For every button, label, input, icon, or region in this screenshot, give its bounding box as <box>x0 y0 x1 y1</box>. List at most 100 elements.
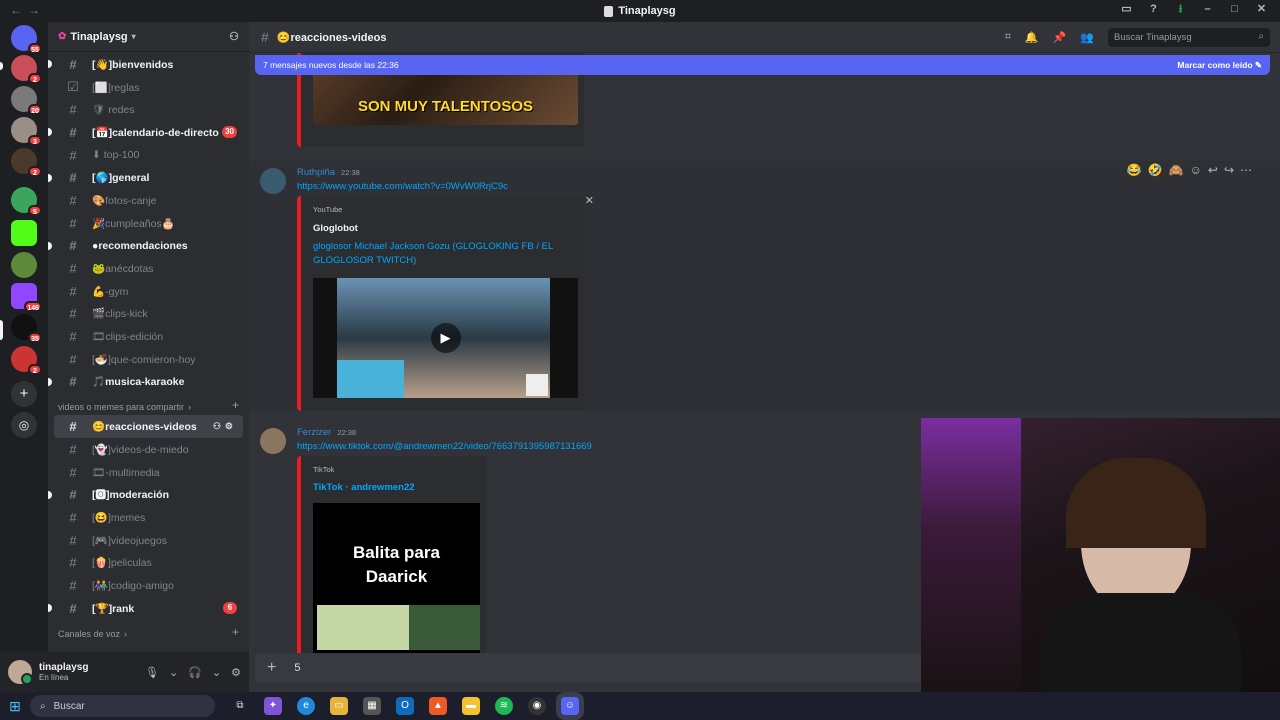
channel-item[interactable]: # 🐸anécdotas <box>54 257 243 280</box>
maximize-icon[interactable]: □ <box>1228 3 1241 16</box>
spotify-icon[interactable]: ≋ <box>495 697 513 715</box>
message-author[interactable]: Ferzizer 22:38 <box>297 427 356 438</box>
avatar[interactable] <box>260 168 286 194</box>
channel-item[interactable]: # [📅]calendario-de-directo 30 <box>48 121 243 144</box>
guild-icon[interactable]: 20 <box>11 86 42 115</box>
channel-item[interactable]: # ⬇ top-100 <box>54 144 243 167</box>
reaction-icon[interactable]: 😂 <box>1127 163 1142 177</box>
embed-provider[interactable]: TikTok <box>313 465 334 474</box>
inbox-icon[interactable]: ▭ <box>1120 3 1133 16</box>
task-view-icon[interactable]: ⧉ <box>231 697 249 715</box>
store-icon[interactable]: ▦ <box>363 697 381 715</box>
add-attachment-icon[interactable]: + <box>267 659 276 677</box>
close-icon[interactable]: ✕ <box>1255 3 1268 16</box>
obs-icon[interactable]: ◉ <box>528 697 546 715</box>
channel-item[interactable]: # 🎞clips-edición <box>54 325 243 348</box>
channel-item[interactable]: # 🎬clips-kick <box>54 303 243 326</box>
kick-guild-icon[interactable] <box>11 220 37 246</box>
mark-read-button[interactable]: Marcar como leído ✎ <box>1177 60 1262 71</box>
outlook-icon[interactable]: O <box>396 697 414 715</box>
tiktok-thumbnail[interactable]: Balita para Daarick <box>313 503 480 653</box>
embed-title[interactable]: TikTok · andrewmen22 <box>313 481 415 495</box>
video-player[interactable]: ▶ <box>313 278 578 398</box>
channel-item[interactable]: # 🎵musica-karaoke <box>48 371 243 394</box>
reaction-icon[interactable]: 🙈 <box>1169 163 1184 177</box>
guild-icon[interactable]: 3 <box>11 117 42 146</box>
channel-item[interactable]: # [🏆]rank 6 <box>48 597 243 620</box>
discord-icon[interactable]: ☺ <box>561 697 579 715</box>
channel-item[interactable]: # 💪-gym <box>54 280 243 303</box>
threads-icon[interactable]: ⌗ <box>1005 31 1011 44</box>
channel-item[interactable]: # [👻]videos-de-miedo <box>54 438 243 461</box>
channel-item[interactable]: # ●recomendaciones <box>48 235 243 258</box>
channel-item[interactable]: # [👫]codigo-amigo <box>54 574 243 597</box>
channel-item[interactable]: ☑ [⬜]reglas <box>54 76 243 99</box>
channel-settings-icons[interactable]: ⚇⚙ <box>213 421 237 432</box>
chevron-down-icon[interactable]: ⌄ <box>212 666 221 679</box>
channel-item[interactable]: # [🍜]que-comieron-hoy <box>54 348 243 371</box>
channel-item[interactable]: # 🎨fotos-canje <box>54 189 243 212</box>
channel-item[interactable]: # 🛡 redes <box>54 98 243 121</box>
guild-icon[interactable]: 35 <box>11 314 42 343</box>
channel-item[interactable]: # [🎮]videojuegos <box>54 529 243 552</box>
play-icon[interactable]: ▶ <box>430 323 461 353</box>
close-icon[interactable]: ✕ <box>585 194 594 207</box>
windows-start-icon[interactable]: ⊞ <box>0 692 30 720</box>
channel-item-active[interactable]: # 😊reacciones-videos ⚇⚙ <box>54 415 243 438</box>
add-channel-icon[interactable]: + <box>232 625 239 639</box>
copilot-icon[interactable]: ✦ <box>264 697 282 715</box>
more-icon[interactable]: ⋯ <box>1240 163 1252 177</box>
reply-icon[interactable]: ↩ <box>1208 163 1218 177</box>
taskbar-search[interactable]: ⌕ Buscar <box>30 695 215 717</box>
headphones-icon[interactable]: 🎧 <box>188 666 202 679</box>
message-author[interactable]: Ruthpiña 22:38 <box>297 167 360 178</box>
minimize-icon[interactable]: – <box>1201 3 1214 16</box>
bell-icon[interactable]: 🔔 <box>1025 31 1039 44</box>
user-info[interactable]: tinaplaysg En línea <box>39 662 88 682</box>
pin-icon[interactable]: 📌 <box>1053 31 1067 44</box>
members-icon[interactable]: 👥 <box>1080 31 1094 44</box>
invite-icon[interactable]: ⚇ <box>229 30 239 43</box>
channel-item[interactable]: # [😆]memes <box>54 506 243 529</box>
reaction-icon[interactable]: 🤣 <box>1148 163 1163 177</box>
add-reaction-icon[interactable]: ☺ <box>1190 163 1202 177</box>
guild-icon[interactable] <box>11 252 37 278</box>
download-icon[interactable]: ⭳ <box>1174 3 1187 16</box>
message-link[interactable]: https://www.youtube.com/watch?v=0WvW0Rrj… <box>297 181 508 192</box>
channel-item[interactable]: # 🎞-multimedia <box>54 461 243 484</box>
channel-item[interactable]: # [🅾]moderación <box>48 483 243 506</box>
discover-icon[interactable]: ◎ <box>11 412 37 438</box>
server-header[interactable]: ✿ Tinaplaysg ▾ ⚇ <box>48 22 249 52</box>
forward-icon[interactable]: ↪ <box>1224 163 1234 177</box>
channel-item[interactable]: # [🍿]peliculas <box>54 551 243 574</box>
add-channel-icon[interactable]: + <box>232 398 239 412</box>
guild-icon[interactable]: 5 <box>11 187 42 216</box>
guild-icon[interactable]: 2 <box>11 346 42 375</box>
channel-item[interactable]: # [👋]bienvenidos <box>48 53 243 76</box>
twitch-guild-icon[interactable]: 146 <box>11 283 42 312</box>
embed-author[interactable]: Gloglobot <box>313 223 358 234</box>
channel-item[interactable]: # [🌎]general <box>48 166 243 189</box>
brave-icon[interactable]: ▲ <box>429 697 447 715</box>
avatar[interactable] <box>260 428 286 454</box>
embed-title[interactable]: gloglosor Michael Jackson Gozu (GLOGLOKI… <box>313 240 578 268</box>
new-messages-bar[interactable]: 7 mensajes nuevos desde las 22:36 Marcar… <box>255 55 1270 75</box>
help-icon[interactable]: ? <box>1147 3 1160 16</box>
category-header[interactable]: videos o memes para compartir › + <box>48 393 249 415</box>
channel-item[interactable]: # 🎉cumpleaños🎂 <box>54 212 243 235</box>
file-explorer-icon[interactable]: ▭ <box>330 697 348 715</box>
search-input[interactable]: Buscar Tinaplaysg ⌕ <box>1108 28 1270 47</box>
dm-home-icon[interactable]: 55 <box>11 25 42 54</box>
nav-arrows[interactable]: ←→ <box>10 3 46 17</box>
guild-icon[interactable]: 2 <box>11 148 42 177</box>
message-link[interactable]: https://www.tiktok.com/@andrewmen22/vide… <box>297 441 592 452</box>
edge-icon[interactable]: e <box>297 697 315 715</box>
guild-icon[interactable]: 2 <box>11 55 42 84</box>
avatar[interactable] <box>8 660 33 685</box>
gear-icon[interactable]: ⚙ <box>231 666 241 679</box>
category-header[interactable]: Canales de voz › + <box>48 620 249 642</box>
chevron-down-icon[interactable]: ⌄ <box>169 666 178 679</box>
microphone-icon[interactable]: 🎙 <box>145 666 159 679</box>
sticky-notes-icon[interactable]: ▬ <box>462 697 480 715</box>
add-server-icon[interactable]: + <box>11 381 37 407</box>
